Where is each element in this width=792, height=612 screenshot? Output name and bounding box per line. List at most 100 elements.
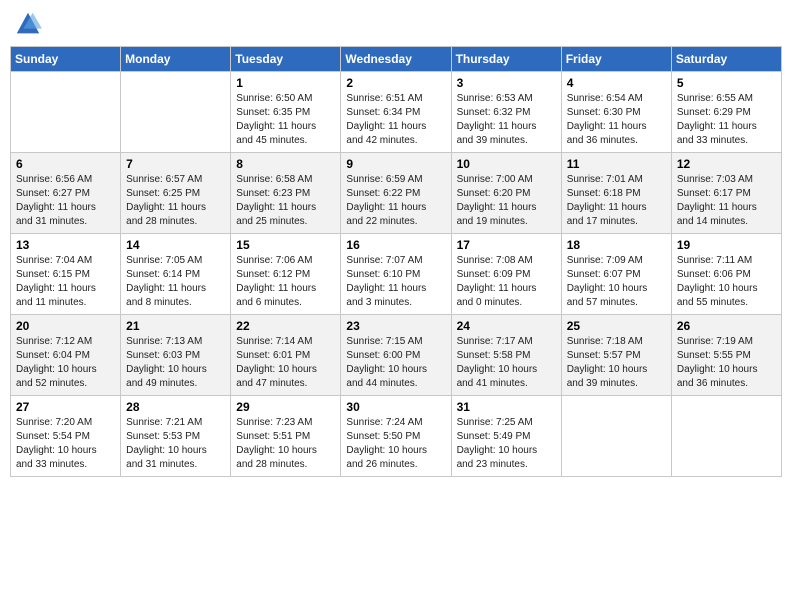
calendar-cell — [11, 72, 121, 153]
day-number: 25 — [567, 319, 666, 333]
day-info: Sunrise: 7:15 AMSunset: 6:00 PMDaylight:… — [346, 335, 445, 391]
day-number: 20 — [16, 319, 115, 333]
day-number: 28 — [126, 400, 225, 414]
calendar-day-header: Friday — [561, 47, 671, 72]
calendar-week-row: 6Sunrise: 6:56 AMSunset: 6:27 PMDaylight… — [11, 153, 782, 234]
calendar-cell — [671, 396, 781, 477]
calendar-cell: 16Sunrise: 7:07 AMSunset: 6:10 PMDayligh… — [341, 234, 451, 315]
calendar-cell: 30 Sunrise: 7:24 AMSunset: 5:50 PMDayligh… — [341, 396, 451, 477]
day-number: 26 — [677, 319, 776, 333]
day-info: Sunrise: 7:24 AMSunset: 5:50 PMDaylight:… — [346, 416, 445, 472]
day-info: Sunrise: 7:13 AMSunset: 6:03 PMDaylight:… — [126, 335, 225, 391]
calendar-cell: 13 Sunrise: 7:04 AMSunset: 6:15 PMDayligh… — [11, 234, 121, 315]
day-info: Sunrise: 6:57 AMSunset: 6:25 PMDaylight:… — [126, 173, 225, 229]
calendar-day-header: Thursday — [451, 47, 561, 72]
day-number: 24 — [457, 319, 556, 333]
calendar-table: SundayMondayTuesdayWednesdayThursdayFrid… — [10, 46, 782, 477]
day-number: 17 — [457, 238, 556, 252]
calendar-week-row: 27 Sunrise: 7:20 AMSunset: 5:54 PMDayligh… — [11, 396, 782, 477]
day-info: Sunrise: 7:03 AMSunset: 6:17 PMDaylight:… — [677, 173, 776, 229]
day-info: Sunrise: 7:18 AMSunset: 5:57 PMDaylight:… — [567, 335, 666, 391]
day-info: Sunrise: 6:50 AMSunset: 6:35 PMDaylight:… — [236, 92, 335, 148]
calendar-cell: 22Sunrise: 7:14 AMSunset: 6:01 PMDayligh… — [231, 315, 341, 396]
day-number: 19 — [677, 238, 776, 252]
calendar-cell: 27 Sunrise: 7:20 AMSunset: 5:54 PMDayligh… — [11, 396, 121, 477]
logo-icon — [14, 10, 42, 38]
day-number: 11 — [567, 157, 666, 171]
day-info: Sunrise: 7:00 AMSunset: 6:20 PMDaylight:… — [457, 173, 556, 229]
calendar-day-header: Wednesday — [341, 47, 451, 72]
calendar-cell: 1 Sunrise: 6:50 AMSunset: 6:35 PMDaylight… — [231, 72, 341, 153]
calendar-cell: 17 Sunrise: 7:08 AMSunset: 6:09 PMDayligh… — [451, 234, 561, 315]
day-info: Sunrise: 6:54 AMSunset: 6:30 PMDaylight:… — [567, 92, 666, 148]
calendar-cell — [561, 396, 671, 477]
calendar-cell: 29Sunrise: 7:23 AMSunset: 5:51 PMDayligh… — [231, 396, 341, 477]
calendar-cell: 10 Sunrise: 7:00 AMSunset: 6:20 PMDayligh… — [451, 153, 561, 234]
calendar-cell: 9 Sunrise: 6:59 AMSunset: 6:22 PMDaylight… — [341, 153, 451, 234]
calendar-cell: 20 Sunrise: 7:12 AMSunset: 6:04 PMDayligh… — [11, 315, 121, 396]
day-info: Sunrise: 7:17 AMSunset: 5:58 PMDaylight:… — [457, 335, 556, 391]
calendar-week-row: 13 Sunrise: 7:04 AMSunset: 6:15 PMDayligh… — [11, 234, 782, 315]
day-info: Sunrise: 7:04 AMSunset: 6:15 PMDaylight:… — [16, 254, 115, 310]
day-number: 30 — [346, 400, 445, 414]
calendar-cell: 21 Sunrise: 7:13 AMSunset: 6:03 PMDayligh… — [121, 315, 231, 396]
calendar-cell: 26 Sunrise: 7:19 AMSunset: 5:55 PMDayligh… — [671, 315, 781, 396]
day-number: 21 — [126, 319, 225, 333]
day-number: 9 — [346, 157, 445, 171]
calendar-cell: 31 Sunrise: 7:25 AMSunset: 5:49 PMDayligh… — [451, 396, 561, 477]
day-info: Sunrise: 7:06 AMSunset: 6:12 PMDaylight:… — [236, 254, 335, 310]
day-number: 15 — [236, 238, 335, 252]
day-number: 23 — [346, 319, 445, 333]
day-number: 8 — [236, 157, 335, 171]
calendar-week-row: 1 Sunrise: 6:50 AMSunset: 6:35 PMDaylight… — [11, 72, 782, 153]
day-number: 27 — [16, 400, 115, 414]
day-info: Sunrise: 7:23 AMSunset: 5:51 PMDaylight:… — [236, 416, 335, 472]
calendar-cell: 23 Sunrise: 7:15 AMSunset: 6:00 PMDayligh… — [341, 315, 451, 396]
day-info: Sunrise: 7:08 AMSunset: 6:09 PMDaylight:… — [457, 254, 556, 310]
page-header — [10, 10, 782, 38]
day-info: Sunrise: 7:19 AMSunset: 5:55 PMDaylight:… — [677, 335, 776, 391]
day-info: Sunrise: 6:59 AMSunset: 6:22 PMDaylight:… — [346, 173, 445, 229]
calendar-cell: 18 Sunrise: 7:09 AMSunset: 6:07 PMDayligh… — [561, 234, 671, 315]
day-info: Sunrise: 6:51 AMSunset: 6:34 PMDaylight:… — [346, 92, 445, 148]
day-info: Sunrise: 7:12 AMSunset: 6:04 PMDaylight:… — [16, 335, 115, 391]
day-info: Sunrise: 6:53 AMSunset: 6:32 PMDaylight:… — [457, 92, 556, 148]
calendar-header-row: SundayMondayTuesdayWednesdayThursdayFrid… — [11, 47, 782, 72]
calendar-cell: 28 Sunrise: 7:21 AMSunset: 5:53 PMDayligh… — [121, 396, 231, 477]
calendar-cell: 7 Sunrise: 6:57 AMSunset: 6:25 PMDaylight… — [121, 153, 231, 234]
calendar-cell: 19Sunrise: 7:11 AMSunset: 6:06 PMDayligh… — [671, 234, 781, 315]
calendar-cell: 8Sunrise: 6:58 AMSunset: 6:23 PMDaylight… — [231, 153, 341, 234]
calendar-cell: 25 Sunrise: 7:18 AMSunset: 5:57 PMDayligh… — [561, 315, 671, 396]
calendar-day-header: Saturday — [671, 47, 781, 72]
day-info: Sunrise: 7:07 AMSunset: 6:10 PMDaylight:… — [346, 254, 445, 310]
day-number: 14 — [126, 238, 225, 252]
day-number: 22 — [236, 319, 335, 333]
day-number: 6 — [16, 157, 115, 171]
day-number: 4 — [567, 76, 666, 90]
day-number: 10 — [457, 157, 556, 171]
day-number: 18 — [567, 238, 666, 252]
day-info: Sunrise: 7:09 AMSunset: 6:07 PMDaylight:… — [567, 254, 666, 310]
day-number: 31 — [457, 400, 556, 414]
calendar-cell: 4 Sunrise: 6:54 AMSunset: 6:30 PMDaylight… — [561, 72, 671, 153]
day-number: 12 — [677, 157, 776, 171]
calendar-cell: 3Sunrise: 6:53 AMSunset: 6:32 PMDaylight… — [451, 72, 561, 153]
day-number: 5 — [677, 76, 776, 90]
calendar-day-header: Monday — [121, 47, 231, 72]
calendar-cell: 11 Sunrise: 7:01 AMSunset: 6:18 PMDayligh… — [561, 153, 671, 234]
calendar-cell: 12 Sunrise: 7:03 AMSunset: 6:17 PMDayligh… — [671, 153, 781, 234]
day-number: 13 — [16, 238, 115, 252]
calendar-day-header: Sunday — [11, 47, 121, 72]
day-info: Sunrise: 6:55 AMSunset: 6:29 PMDaylight:… — [677, 92, 776, 148]
calendar-cell: 24 Sunrise: 7:17 AMSunset: 5:58 PMDayligh… — [451, 315, 561, 396]
day-number: 7 — [126, 157, 225, 171]
calendar-cell — [121, 72, 231, 153]
calendar-cell: 2 Sunrise: 6:51 AMSunset: 6:34 PMDaylight… — [341, 72, 451, 153]
day-info: Sunrise: 7:01 AMSunset: 6:18 PMDaylight:… — [567, 173, 666, 229]
day-info: Sunrise: 7:20 AMSunset: 5:54 PMDaylight:… — [16, 416, 115, 472]
day-info: Sunrise: 7:25 AMSunset: 5:49 PMDaylight:… — [457, 416, 556, 472]
day-info: Sunrise: 7:21 AMSunset: 5:53 PMDaylight:… — [126, 416, 225, 472]
day-number: 1 — [236, 76, 335, 90]
day-number: 2 — [346, 76, 445, 90]
calendar-cell: 15 Sunrise: 7:06 AMSunset: 6:12 PMDayligh… — [231, 234, 341, 315]
